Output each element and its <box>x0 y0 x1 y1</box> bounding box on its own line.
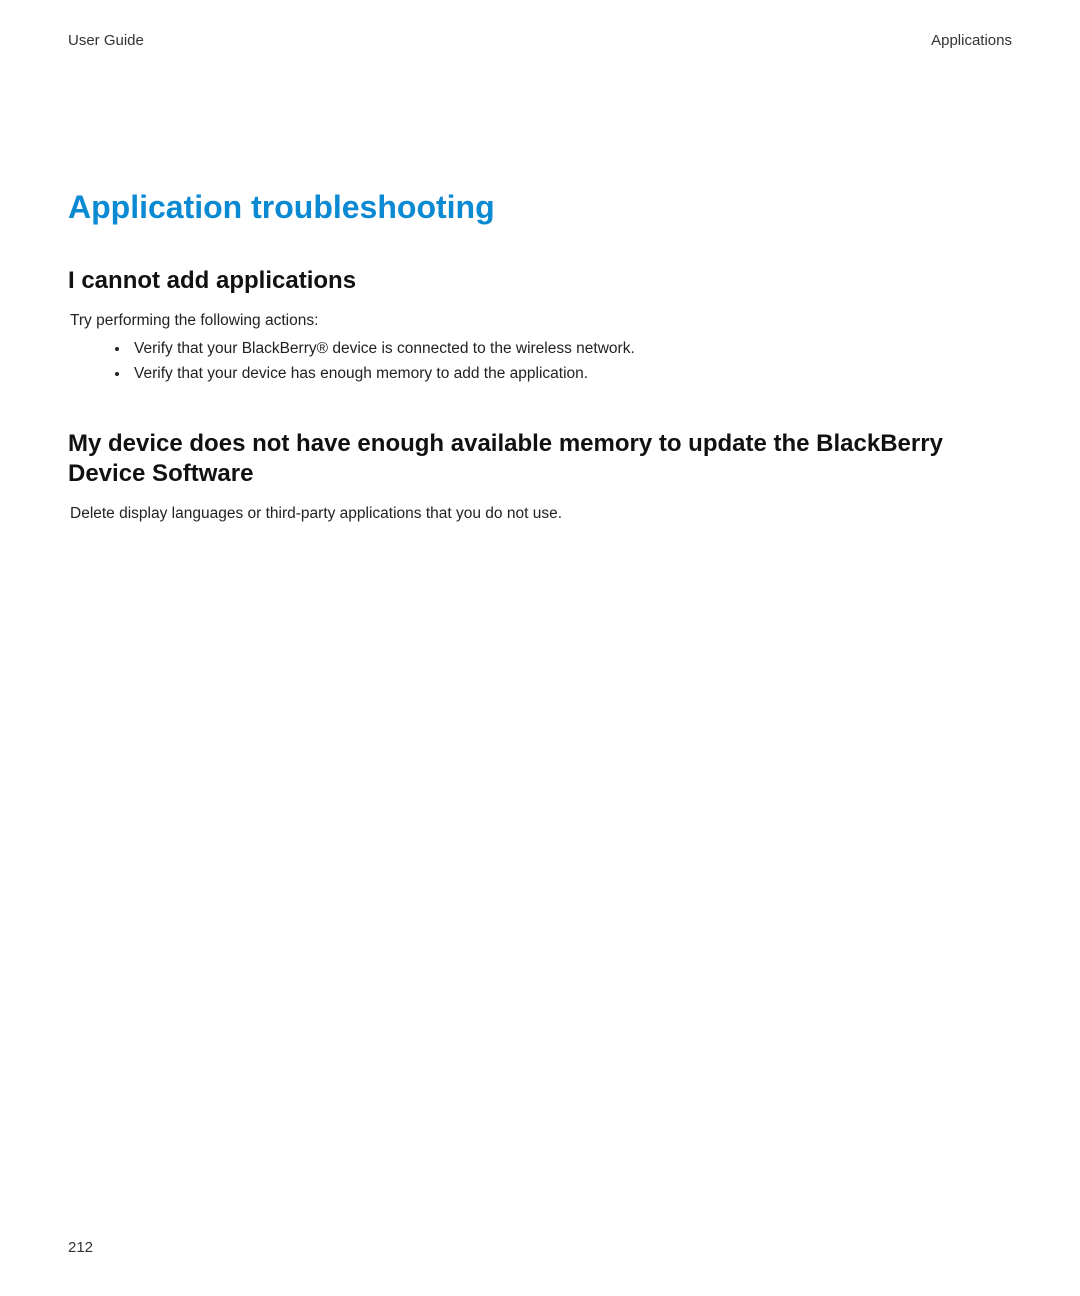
header-right: Applications <box>931 32 1012 49</box>
page-title: Application troubleshooting <box>68 189 1012 226</box>
section-2-paragraph: Delete display languages or third-party … <box>70 503 1012 525</box>
section-1-intro: Try performing the following actions: <box>70 310 1012 332</box>
list-item: Verify that your BlackBerry® device is c… <box>130 338 1012 360</box>
page-header: User Guide Applications <box>68 32 1012 49</box>
section-heading-2: My device does not have enough available… <box>68 429 1012 489</box>
section-1-bullets: Verify that your BlackBerry® device is c… <box>68 338 1012 385</box>
document-page: User Guide Applications Application trou… <box>0 0 1080 1296</box>
page-number: 212 <box>68 1239 93 1256</box>
list-item: Verify that your device has enough memor… <box>130 363 1012 385</box>
header-left: User Guide <box>68 32 144 49</box>
section-heading-1: I cannot add applications <box>68 266 1012 296</box>
